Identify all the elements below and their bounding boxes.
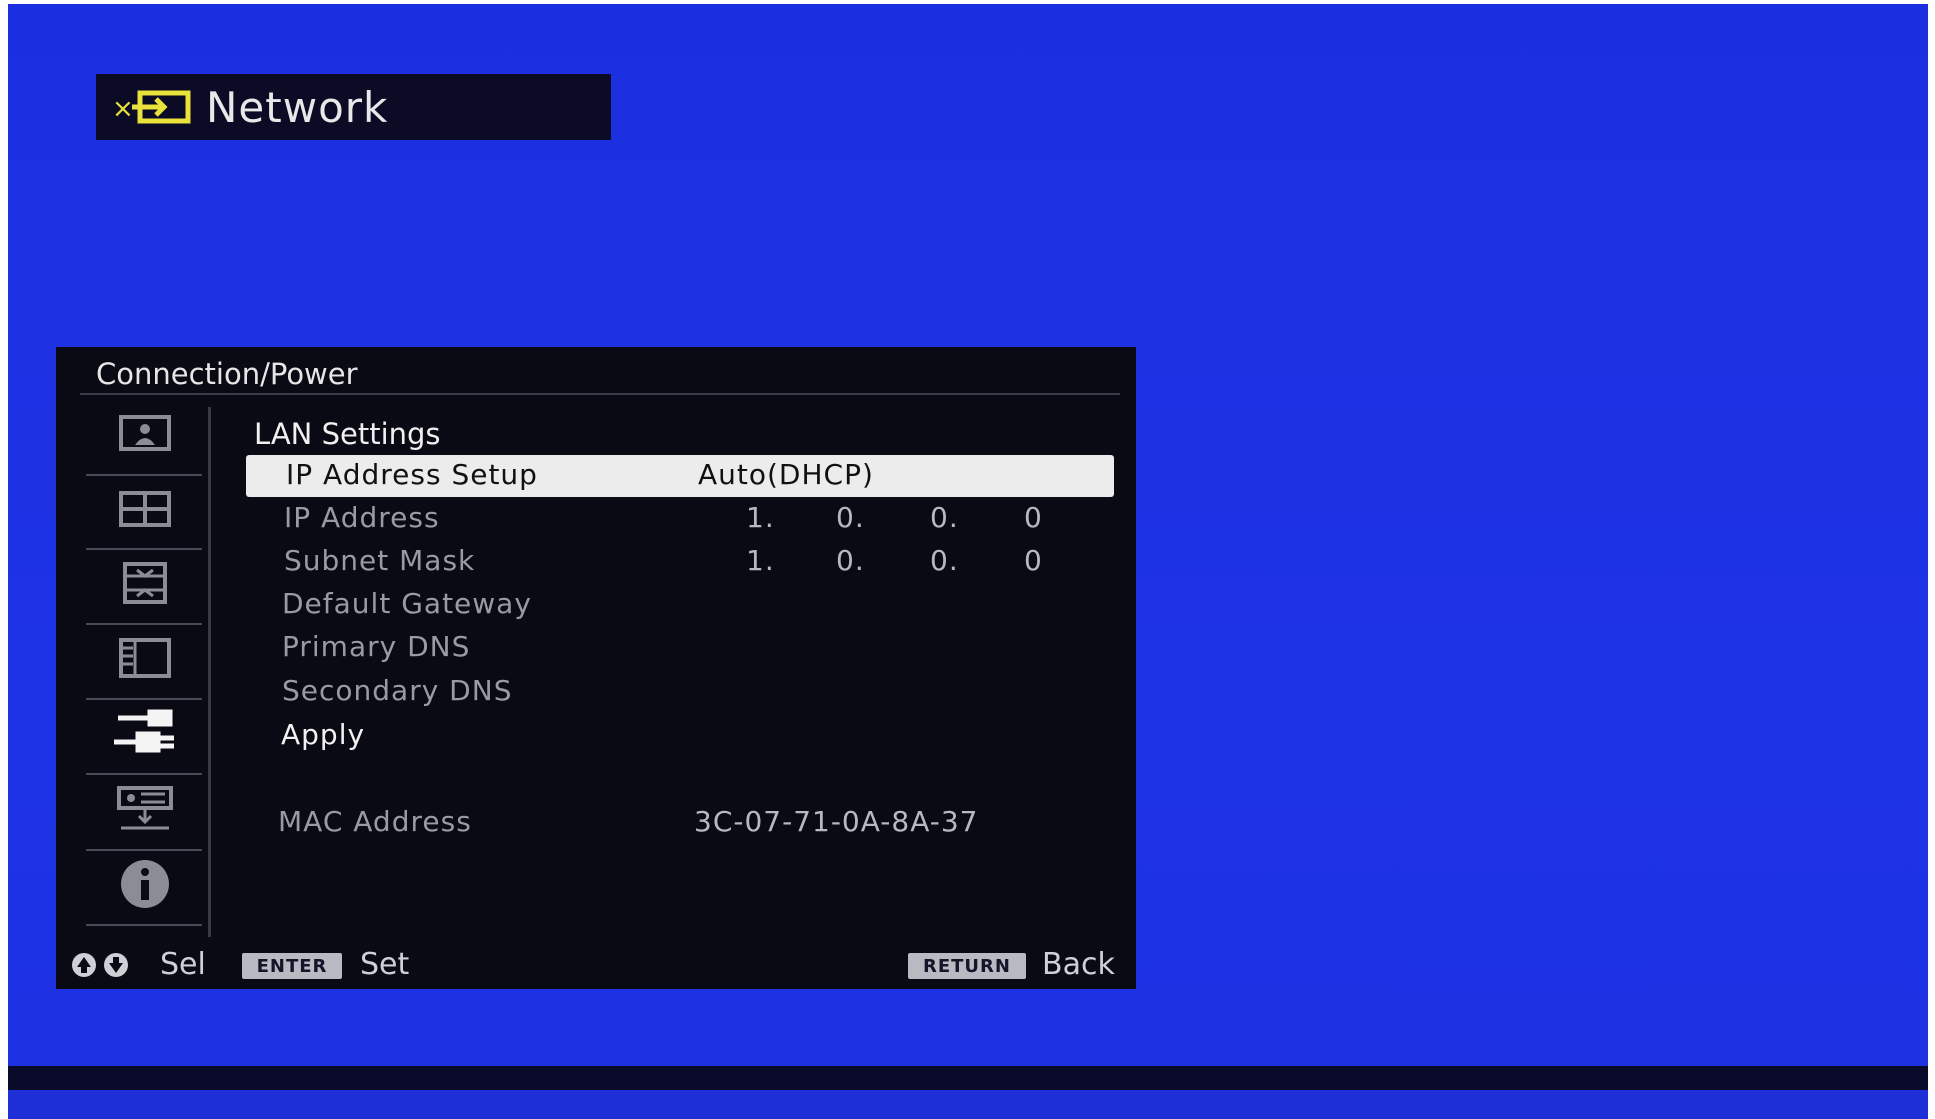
return-key-badge: RETURN [908, 953, 1026, 979]
ip-address-octet-4: 0 [1024, 501, 1043, 534]
sidebar-item-display-function[interactable] [92, 624, 197, 696]
header-divider [80, 393, 1120, 395]
sidebar-item-connection-power[interactable] [92, 699, 197, 771]
menu-panel: Connection/Power LAN Settings IP Address… [56, 347, 1136, 989]
subnet-mask-octet-3: 0. [930, 544, 959, 577]
svg-text:×: × [112, 94, 134, 124]
mac-address-label: MAC Address [278, 805, 472, 838]
projector-screen: × Network Connection/Power LAN Settings … [8, 4, 1928, 1119]
menu-title: Network [206, 82, 389, 132]
primary-dns-label: Primary DNS [282, 630, 471, 663]
footer-set-label: Set [360, 947, 410, 982]
ip-address-label: IP Address [284, 501, 440, 534]
information-icon [117, 856, 173, 916]
footer-back-label: Back [1042, 947, 1115, 982]
subnet-mask-label: Subnet Mask [284, 544, 476, 577]
up-down-arrows-icon [70, 951, 132, 983]
sidebar-separator [86, 924, 202, 926]
default-gateway-label: Default Gateway [282, 587, 532, 620]
installation-icon [115, 784, 175, 836]
menu-footer: Sel ENTER Set RETURN Back [56, 947, 1136, 983]
apply-button[interactable]: Apply [281, 718, 365, 751]
menu-title-box: × Network [96, 74, 611, 140]
ip-address-setup-value[interactable]: Auto(DHCP) [698, 458, 874, 491]
sidebar-divider [208, 407, 211, 937]
ip-address-octet-3: 0. [930, 501, 959, 534]
connection-power-icon [110, 708, 180, 762]
ip-address-octet-1: 1. [746, 501, 775, 534]
footer-sel-label: Sel [160, 947, 206, 982]
screen-bottom-edge [8, 1066, 1928, 1090]
subnet-mask-octet-4: 0 [1024, 544, 1043, 577]
sidebar-item-screen[interactable] [92, 475, 197, 547]
sidebar-item-installation[interactable] [92, 774, 197, 846]
display-function-icon [117, 636, 173, 684]
panel-header: Connection/Power [96, 357, 358, 391]
subnet-mask-octet-2: 0. [836, 544, 865, 577]
mac-address-value: 3C-07-71-0A-8A-37 [694, 805, 979, 838]
screen-icon [117, 489, 173, 533]
setup-icon [117, 560, 173, 610]
picture-icon [117, 413, 173, 457]
ip-address-setup-label[interactable]: IP Address Setup [286, 458, 538, 491]
subnet-mask-octet-1: 1. [746, 544, 775, 577]
enter-key-badge: ENTER [242, 953, 342, 979]
sidebar-item-setup[interactable] [92, 549, 197, 621]
sidebar-item-information[interactable] [92, 850, 197, 922]
ip-address-octet-2: 0. [836, 501, 865, 534]
section-title: LAN Settings [254, 417, 441, 451]
network-input-icon: × [112, 87, 202, 127]
screen-bottom-strip [8, 1090, 1928, 1119]
sidebar-item-picture[interactable] [92, 399, 197, 471]
secondary-dns-label: Secondary DNS [282, 674, 513, 707]
